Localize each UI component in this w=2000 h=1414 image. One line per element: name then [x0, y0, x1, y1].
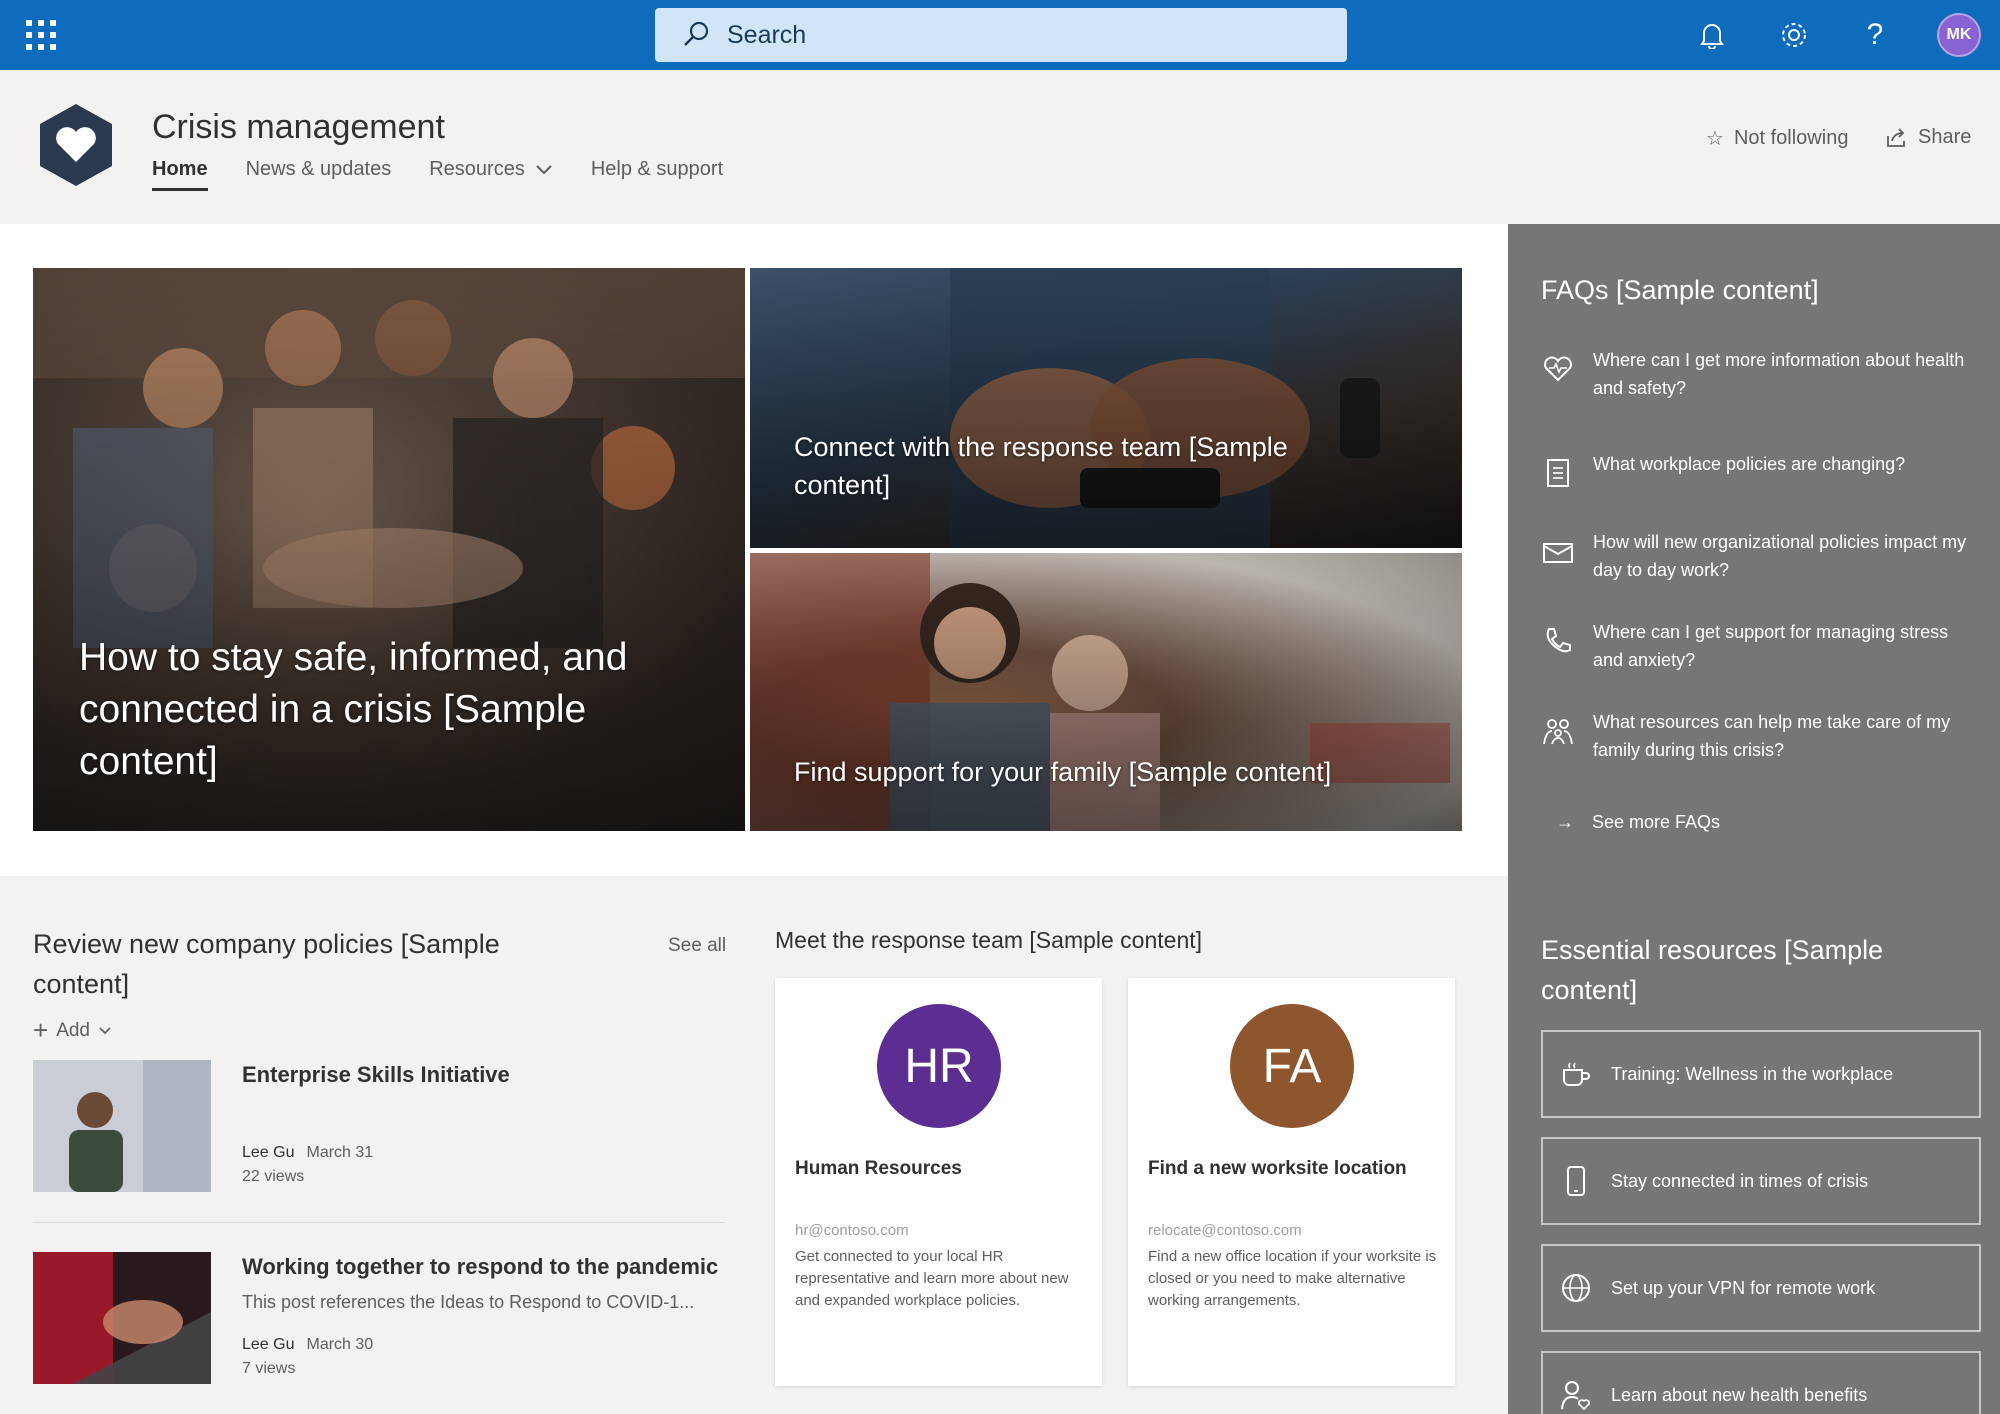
- faq-item-policies[interactable]: What workplace policies are changing?: [1541, 450, 1971, 490]
- news-item-meta: Lee Gu March 30: [242, 1336, 373, 1354]
- news-author[interactable]: Lee Gu: [242, 1336, 294, 1353]
- follow-label: Not following: [1733, 127, 1849, 149]
- share-icon: [1887, 127, 1905, 147]
- search-box[interactable]: Search: [655, 8, 1347, 62]
- hero-tile-family-support[interactable]: Find support for your family [Sample con…: [750, 553, 1462, 831]
- mail-icon: [1541, 534, 1575, 568]
- resource-label: Learn about new health benefits: [1611, 1384, 1868, 1405]
- resource-vpn-button[interactable]: Set up your VPN for remote work: [1541, 1244, 1981, 1332]
- see-more-label: See more FAQs: [1592, 812, 1721, 832]
- person-description: Get connected to your local HR represent…: [795, 1248, 1069, 1309]
- add-news-button[interactable]: + Add: [33, 1015, 112, 1046]
- faq-item-family[interactable]: What resources can help me take care of …: [1541, 708, 1971, 764]
- resource-label: Training: Wellness in the workplace: [1611, 1063, 1894, 1084]
- notifications-bell-icon[interactable]: [1693, 16, 1731, 54]
- faq-text: Where can I get more information about h…: [1593, 350, 1965, 398]
- help-question-icon[interactable]: ?: [1856, 16, 1894, 54]
- person-email[interactable]: hr@contoso.com: [795, 1222, 909, 1239]
- faq-text: What resources can help me take care of …: [1593, 712, 1951, 760]
- nav-resources[interactable]: Resources: [429, 158, 553, 191]
- search-input[interactable]: Search: [727, 21, 806, 50]
- person-description: Find a new office location if your works…: [1148, 1248, 1437, 1309]
- faqs-title: FAQs [Sample content]: [1541, 275, 1819, 305]
- share-label: Share: [1918, 126, 1972, 148]
- health-heart-icon: [1541, 352, 1575, 386]
- faq-item-day-to-day[interactable]: How will new organizational policies imp…: [1541, 528, 1971, 584]
- app-launcher-icon[interactable]: [26, 20, 56, 50]
- document-icon: [1541, 456, 1575, 490]
- hero-tile-response-team[interactable]: Connect with the response team [Sample c…: [750, 268, 1462, 548]
- faq-item-health[interactable]: Where can I get more information about h…: [1541, 346, 1971, 402]
- add-label: Add: [56, 1019, 90, 1041]
- share-button[interactable]: Share: [1886, 126, 1971, 149]
- person-card-hr[interactable]: HR Human Resources hr@contoso.com Get co…: [775, 978, 1102, 1386]
- star-icon: ☆: [1706, 128, 1724, 150]
- hero-tile-1-caption: How to stay safe, informed, and connecte…: [79, 636, 628, 783]
- news-item[interactable]: Working together to respond to the pande…: [33, 1252, 725, 1392]
- site-header: [0, 70, 2000, 224]
- nav-home-label: Home: [152, 158, 208, 180]
- resource-label: Stay connected in times of crisis: [1611, 1170, 1869, 1191]
- faq-item-stress[interactable]: Where can I get support for managing str…: [1541, 618, 1971, 674]
- news-item-title[interactable]: Working together to respond to the pande…: [242, 1254, 718, 1280]
- resource-label: Set up your VPN for remote work: [1611, 1277, 1876, 1298]
- settings-gear-icon[interactable]: [1775, 16, 1813, 54]
- user-avatar[interactable]: MK: [1937, 13, 1981, 57]
- faq-text: What workplace policies are changing?: [1593, 454, 1906, 474]
- globe-icon: [1559, 1271, 1593, 1305]
- people-section-title: Meet the response team [Sample content]: [775, 927, 1203, 953]
- hero-tile-2-caption: Connect with the response team [Sample c…: [794, 432, 1288, 500]
- nav-resources-label: Resources: [429, 158, 525, 180]
- search-icon: [684, 21, 709, 46]
- nav-news-updates[interactable]: News & updates: [246, 158, 392, 191]
- news-thumbnail-image: [33, 1060, 211, 1192]
- person-avatar: HR: [877, 1004, 1001, 1128]
- person-avatar: FA: [1230, 1004, 1354, 1128]
- news-see-all-link[interactable]: See all: [668, 935, 726, 957]
- resource-training-button[interactable]: Training: Wellness in the workplace: [1541, 1030, 1981, 1118]
- news-thumbnail-image: [33, 1252, 211, 1384]
- nav-help-label: Help & support: [590, 158, 724, 180]
- person-email[interactable]: relocate@contoso.com: [1148, 1222, 1302, 1239]
- person-name[interactable]: Find a new worksite location: [1148, 1158, 1407, 1180]
- person-card-worksite[interactable]: FA Find a new worksite location relocate…: [1128, 978, 1455, 1386]
- hero-tile-3-caption: Find support for your family [Sample con…: [794, 757, 1332, 787]
- faq-text: Where can I get support for managing str…: [1593, 622, 1949, 670]
- hero-tile-stay-safe[interactable]: How to stay safe, informed, and connecte…: [33, 268, 745, 831]
- follow-button[interactable]: ☆ Not following: [1706, 126, 1848, 151]
- arrow-right-icon: →: [1556, 812, 1574, 832]
- plus-icon: +: [33, 1015, 49, 1045]
- resource-stay-connected-button[interactable]: Stay connected in times of crisis: [1541, 1137, 1981, 1225]
- news-views: 22 views: [242, 1168, 305, 1185]
- nav-home[interactable]: Home: [152, 158, 208, 191]
- resources-title: Essential resources [Sample content]: [1541, 935, 1884, 1005]
- see-more-faqs-link[interactable]: → See more FAQs: [1556, 812, 1720, 833]
- news-item[interactable]: Enterprise Skills Initiative Lee Gu March…: [33, 1060, 725, 1200]
- nav-news-label: News & updates: [245, 158, 392, 180]
- news-item-title[interactable]: Enterprise Skills Initiative: [242, 1062, 510, 1088]
- chevron-down-icon: [99, 1026, 111, 1034]
- resource-health-benefits-button[interactable]: Learn about new health benefits: [1541, 1351, 1981, 1414]
- family-icon: [1541, 714, 1575, 748]
- news-date: March 31: [306, 1144, 374, 1161]
- person-health-icon: [1559, 1378, 1593, 1412]
- news-item-meta: Lee Gu March 31: [242, 1144, 373, 1162]
- site-logo-heart-icon: [40, 104, 112, 186]
- news-date: March 30: [306, 1336, 374, 1353]
- news-views: 7 views: [242, 1360, 296, 1377]
- mobile-icon: [1559, 1164, 1593, 1198]
- person-name[interactable]: Human Resources: [795, 1158, 962, 1180]
- site-navigation: Home News & updates Resources Help & sup…: [152, 158, 723, 191]
- site-title: Crisis management: [152, 108, 445, 146]
- coffee-icon: [1559, 1057, 1593, 1091]
- phone-icon: [1541, 624, 1575, 658]
- nav-help-support[interactable]: Help & support: [591, 158, 723, 191]
- faq-text: How will new organizational policies imp…: [1593, 532, 1967, 580]
- news-section-title: Review new company policies [Sample cont…: [33, 929, 500, 999]
- chevron-down-icon: [536, 164, 552, 174]
- news-item-description: This post references the Ideas to Respon…: [242, 1292, 695, 1312]
- news-divider: [33, 1222, 725, 1223]
- news-author[interactable]: Lee Gu: [242, 1144, 294, 1161]
- suite-bar: Search ? MK: [0, 0, 2000, 70]
